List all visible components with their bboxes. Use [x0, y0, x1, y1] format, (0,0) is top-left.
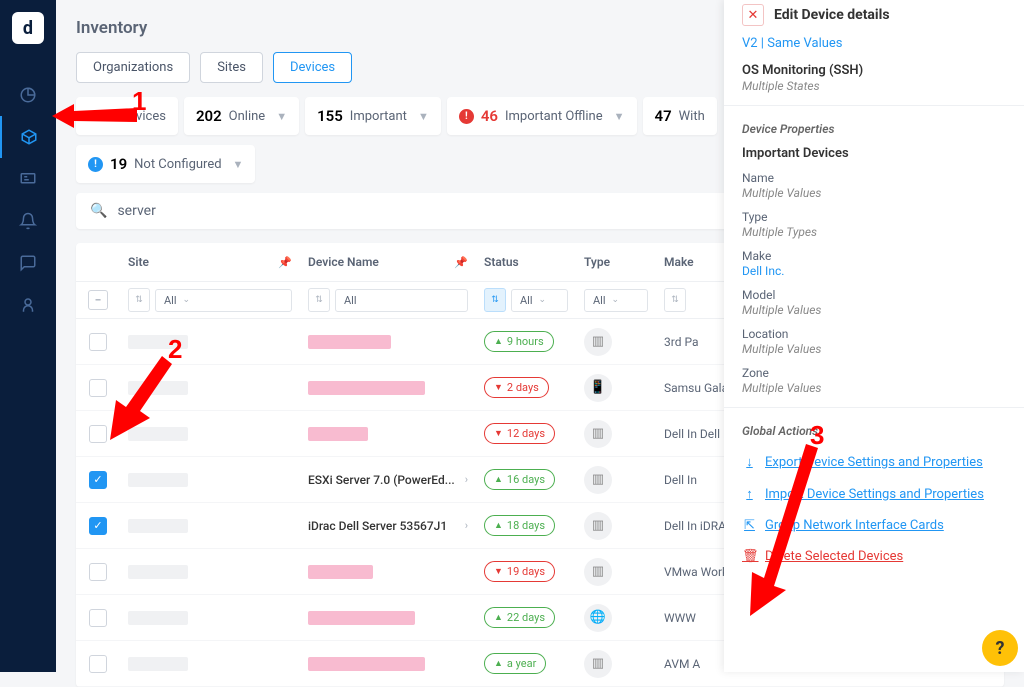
row-checkbox[interactable] [89, 333, 107, 351]
server-icon: ▥ [584, 328, 612, 356]
nav-monitors-icon[interactable] [0, 158, 56, 200]
prop-value[interactable]: Dell Inc. [742, 264, 1006, 278]
filter-status[interactable]: All⌄ [511, 289, 568, 312]
arrow-1 [52, 98, 142, 138]
col-type[interactable]: Type [584, 255, 610, 269]
prop-key: Location [742, 327, 1006, 341]
filter-with[interactable]: 47With [643, 97, 717, 135]
prop-value: Multiple Types [742, 225, 1006, 239]
os-monitoring-value: Multiple States [742, 79, 1006, 93]
funnel-icon: ▼ [276, 110, 287, 123]
sort-site[interactable]: ⇅ [128, 288, 150, 312]
nav-chat-icon[interactable] [0, 242, 56, 284]
funnel-icon: ▼ [418, 110, 429, 123]
global-actions-header: Global Actions [742, 424, 1006, 438]
search-icon: 🔍 [90, 203, 107, 219]
os-monitoring-label: OS Monitoring (SSH) [742, 63, 1006, 78]
prop-value: Multiple Values [742, 381, 1006, 395]
server-icon: ▥ [584, 420, 612, 448]
arrow-3 [748, 444, 828, 619]
row-checkbox[interactable]: ✓ [89, 517, 107, 535]
prop-value: Multiple Values [742, 186, 1006, 200]
sidebar: d [0, 0, 56, 672]
pin-icon[interactable]: 📌 [454, 256, 468, 269]
select-toggle[interactable]: − [88, 290, 108, 310]
sort-status[interactable]: ⇅ [484, 288, 506, 312]
prop-value: Multiple Values [742, 303, 1006, 317]
panel-title: Edit Device details [774, 7, 890, 23]
row-checkbox[interactable] [89, 563, 107, 581]
alert-icon: ! [459, 109, 474, 124]
annotation-1: 1 [132, 86, 146, 117]
funnel-icon: ▼ [614, 110, 625, 123]
close-panel-button[interactable]: ✕ [742, 4, 764, 26]
status-badge: ▲18 days [484, 515, 555, 536]
device-properties-header: Device Properties [742, 122, 1006, 136]
col-site[interactable]: Site [128, 255, 149, 269]
chevron-right-icon[interactable]: › [465, 519, 468, 532]
row-checkbox[interactable] [89, 655, 107, 673]
annotation-2: 2 [168, 334, 182, 365]
status-badge: ▲a year [484, 653, 546, 674]
prop-key: Zone [742, 366, 1006, 380]
filter-name[interactable]: All [335, 289, 468, 312]
server-icon: ▥ [584, 558, 612, 586]
sort-name[interactable]: ⇅ [308, 288, 330, 312]
prop-key: Model [742, 288, 1006, 302]
filter-site[interactable]: All⌄ [155, 289, 292, 312]
prop-key: Name [742, 171, 1006, 185]
col-make[interactable]: Make [664, 255, 694, 269]
server-icon: ▥ [584, 466, 612, 494]
funnel-icon: ▼ [233, 158, 244, 171]
tab-sites[interactable]: Sites [200, 52, 263, 83]
arrow-2 [100, 356, 180, 446]
status-badge: ▲9 hours [484, 331, 554, 352]
status-badge: ▼12 days [484, 423, 555, 444]
tab-organizations[interactable]: Organizations [76, 52, 190, 83]
important-devices-label: Important Devices [742, 146, 1006, 161]
row-checkbox[interactable]: ✓ [89, 471, 107, 489]
device-icon: ▥ [584, 650, 612, 678]
nav-dashboard-icon[interactable] [0, 74, 56, 116]
app-logo[interactable]: d [12, 12, 44, 44]
v2-link[interactable]: V2 | Same Values [742, 36, 1006, 51]
col-device-name[interactable]: Device Name [308, 255, 379, 269]
prop-key: Make [742, 249, 1006, 263]
nav-alerts-icon[interactable] [0, 200, 56, 242]
server-icon: ▥ [584, 512, 612, 540]
prop-key: Type [742, 210, 1006, 224]
search-value: server [117, 203, 155, 219]
status-badge: ▼2 days [484, 377, 549, 398]
filter-not-configured[interactable]: !19Not Configured▼ [76, 145, 255, 183]
chevron-right-icon[interactable]: › [465, 473, 468, 486]
nav-user-icon[interactable] [0, 284, 56, 326]
tab-devices[interactable]: Devices [273, 52, 352, 83]
nav-inventory-icon[interactable] [0, 116, 56, 158]
status-badge: ▲16 days [484, 469, 555, 490]
filter-important-offline[interactable]: !46Important Offline▼ [447, 97, 637, 135]
filter-online[interactable]: 202Online▼ [184, 97, 299, 135]
filter-important[interactable]: 155Important▼ [305, 97, 441, 135]
prop-value: Multiple Values [742, 342, 1006, 356]
help-button[interactable]: ? [982, 630, 1018, 666]
alert-icon: ! [88, 157, 103, 172]
device-name: iDrac Dell Server 53567J1 [308, 519, 459, 533]
globe-icon: 🌐 [584, 604, 612, 632]
annotation-3: 3 [810, 420, 824, 451]
device-name: ESXi Server 7.0 (PowerEd... [308, 473, 459, 487]
row-checkbox[interactable] [89, 609, 107, 627]
col-status[interactable]: Status [484, 255, 519, 269]
status-badge: ▼19 days [484, 561, 555, 582]
pin-icon[interactable]: 📌 [278, 256, 292, 269]
status-badge: ▲22 days [484, 607, 555, 628]
filter-type[interactable]: All⌄ [584, 289, 648, 312]
mobile-icon: 📱 [584, 374, 612, 402]
sort-make[interactable]: ⇅ [664, 288, 686, 312]
